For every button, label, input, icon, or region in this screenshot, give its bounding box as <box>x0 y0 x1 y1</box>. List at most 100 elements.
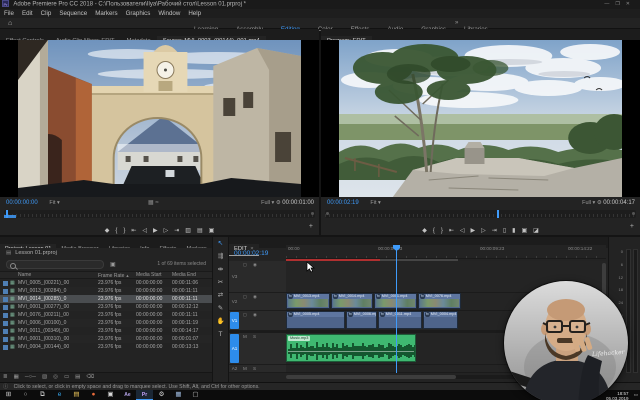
toggle-track-output-icon[interactable]: ◉ <box>253 262 257 268</box>
track-target-v2[interactable]: V2 <box>230 294 239 309</box>
search-button[interactable]: ○ <box>17 390 34 400</box>
track-header-v3[interactable]: V3◻◉ <box>229 261 286 293</box>
automate-to-sequence-icon[interactable]: ▧ <box>42 374 47 380</box>
track-target-a1[interactable]: A1 <box>230 334 239 363</box>
program-resolution-dropdown[interactable]: Full ▾ <box>582 200 595 206</box>
browser-icon[interactable]: ● <box>85 390 102 400</box>
scrollbar-thumb[interactable] <box>286 375 456 379</box>
timeline-clip[interactable]: fxMVI_0006.mp4 <box>346 311 377 329</box>
zoom-slider-icon[interactable]: ─○─ <box>25 374 36 380</box>
app3-icon[interactable]: ▢ <box>187 390 204 400</box>
label-color-chip[interactable] <box>3 281 8 286</box>
panel-tab[interactable]: Project: Lesson 01 <box>0 244 56 248</box>
timeline-clip[interactable]: fxMVI_0014.mp4 <box>331 293 373 309</box>
source-scrubber[interactable] <box>4 210 315 218</box>
zoom-handle-icon[interactable] <box>326 212 329 215</box>
program-video-frame[interactable] <box>321 40 640 197</box>
premiere-icon[interactable]: Pr <box>136 390 153 400</box>
type-tool[interactable]: T <box>213 328 228 341</box>
minimize-button[interactable]: — <box>604 1 615 7</box>
edge-icon[interactable]: e <box>51 390 68 400</box>
program-zoom-level-dropdown[interactable]: Fit ▾ <box>370 200 380 206</box>
app2-icon[interactable]: ▦ <box>170 390 187 400</box>
maximize-button[interactable]: ❐ <box>615 1 625 7</box>
icon-view-icon[interactable]: ▦ <box>14 374 19 380</box>
label-color-chip[interactable] <box>3 313 8 318</box>
track-header-v2[interactable]: V2◻◉ <box>229 293 286 311</box>
button-editor-add-icon[interactable]: + <box>630 219 634 234</box>
table-row[interactable]: ▦MVI_0006_(00100)_023.976 fps00:00:00:00… <box>0 319 212 327</box>
program-scrubber[interactable] <box>325 210 636 218</box>
timeline-clip[interactable]: fxMVI_0005.mp4 <box>286 311 345 329</box>
zoom-handle-icon[interactable] <box>311 212 314 215</box>
panel-tab[interactable]: Info <box>135 244 154 248</box>
label-color-chip[interactable] <box>3 289 8 294</box>
file-explorer-icon[interactable]: ▤ <box>68 390 85 400</box>
button-editor-add-icon[interactable]: + <box>309 219 313 234</box>
table-row[interactable]: ▦MVI_0005_(00221)_0023.976 fps00:00:00:0… <box>0 279 212 287</box>
ripple-edit-tool[interactable]: ⇹ <box>213 263 228 276</box>
source-video-frame[interactable] <box>0 40 319 197</box>
notifications-icon[interactable]: ▭ <box>634 390 638 400</box>
track-target-v3[interactable]: V3 <box>230 262 239 291</box>
settings-wrench-icon[interactable]: ⚙ <box>276 200 281 206</box>
delete-icon[interactable]: ⌫ <box>86 374 94 380</box>
menu-markers[interactable]: Markers <box>91 9 121 18</box>
track-header-a1[interactable]: A1MS <box>229 333 286 365</box>
panel-tab[interactable]: Media Browser <box>56 244 103 248</box>
timeline-clip[interactable]: fxMVI_0076.mp4 <box>418 293 461 309</box>
workspace-overflow-icon[interactable]: » <box>455 18 458 29</box>
lock-icon[interactable]: ◻ <box>243 312 247 318</box>
source-zoom-level-dropdown[interactable]: Fit ▾ <box>49 200 59 206</box>
breadcrumb[interactable]: ▤Lesson 01.prproj <box>6 250 57 256</box>
menu-graphics[interactable]: Graphics <box>122 9 155 18</box>
column-header-media-start[interactable]: Media Start <box>136 272 162 279</box>
column-header-name[interactable]: Name <box>18 272 31 279</box>
menu-clip[interactable]: Clip <box>37 9 56 18</box>
column-header-media-end[interactable]: Media End <box>172 272 196 279</box>
program-timecode[interactable]: 00:00:02:19 <box>327 200 359 206</box>
drag-audio-icon[interactable]: ≈ <box>155 200 158 206</box>
track-header-a2[interactable]: A2MS <box>229 365 286 373</box>
table-row[interactable]: ▦MVI_0004_(00144)_0023.976 fps00:00:00:0… <box>0 343 212 351</box>
new-bin-icon[interactable]: ▭ <box>64 374 69 380</box>
track-target-v1[interactable]: V1 <box>230 312 239 329</box>
source-timecode[interactable]: 00:00:00:00 <box>6 200 38 206</box>
drag-video-icon[interactable]: ▦ <box>148 200 154 206</box>
label-color-chip[interactable] <box>3 297 8 302</box>
program-playhead[interactable] <box>497 210 499 218</box>
timeline-timecode[interactable]: 00:00:02:19 <box>234 250 268 257</box>
label-color-chip[interactable] <box>3 321 8 326</box>
menu-help[interactable]: Help <box>184 9 205 18</box>
source-resolution-dropdown[interactable]: Full ▾ <box>261 200 274 206</box>
timeline-clip[interactable]: fxMVI_0011.mp4 <box>378 311 422 329</box>
table-row[interactable]: ▦MVI_0013_(00284)_023.976 fps00:00:00:00… <box>0 287 212 295</box>
home-icon[interactable]: ⌂ <box>8 18 12 29</box>
mute-icon[interactable]: M <box>243 334 247 339</box>
label-color-chip[interactable] <box>3 345 8 350</box>
menu-sequence[interactable]: Sequence <box>55 9 91 18</box>
pen-tool[interactable]: ✎ <box>213 302 228 315</box>
close-button[interactable]: ✕ <box>626 1 636 7</box>
timeline-ruler[interactable]: 00:0000:00:04:2300:00:09:2300:00:14:22 <box>286 245 606 259</box>
razor-tool[interactable]: ✂ <box>213 276 228 289</box>
menu-file[interactable]: File <box>0 9 18 18</box>
toggle-track-output-icon[interactable]: ◉ <box>253 294 257 300</box>
app-icon[interactable]: ▣ <box>102 390 119 400</box>
table-row[interactable]: ▦MVI_0001_(00277)_0023.976 fps00:00:00:0… <box>0 303 212 311</box>
source-playhead[interactable] <box>6 210 8 218</box>
panel-tab[interactable]: Effects <box>154 244 181 248</box>
hand-tool[interactable]: ✋ <box>213 315 228 328</box>
timeline-clip[interactable]: fxMVI_0004.mp4 <box>423 311 458 329</box>
list-view-icon[interactable]: ≣ <box>3 374 8 380</box>
after-effects-icon[interactable]: Ae <box>119 390 136 400</box>
solo-icon[interactable]: S <box>253 366 256 371</box>
task-view-button[interactable]: ⧉ <box>34 390 51 400</box>
find-icon[interactable]: ◎ <box>53 374 58 380</box>
menu-edit[interactable]: Edit <box>18 9 37 18</box>
table-row[interactable]: ▦MVI_0076_(00211)_0023.976 fps00:00:00:0… <box>0 311 212 319</box>
timeline-clip[interactable]: fxMVI_0013.mp4 <box>286 293 330 309</box>
mute-icon[interactable]: M <box>243 366 247 371</box>
settings-wrench-icon[interactable]: ⚙ <box>597 200 602 206</box>
toggle-track-output-icon[interactable]: ◉ <box>253 312 257 318</box>
